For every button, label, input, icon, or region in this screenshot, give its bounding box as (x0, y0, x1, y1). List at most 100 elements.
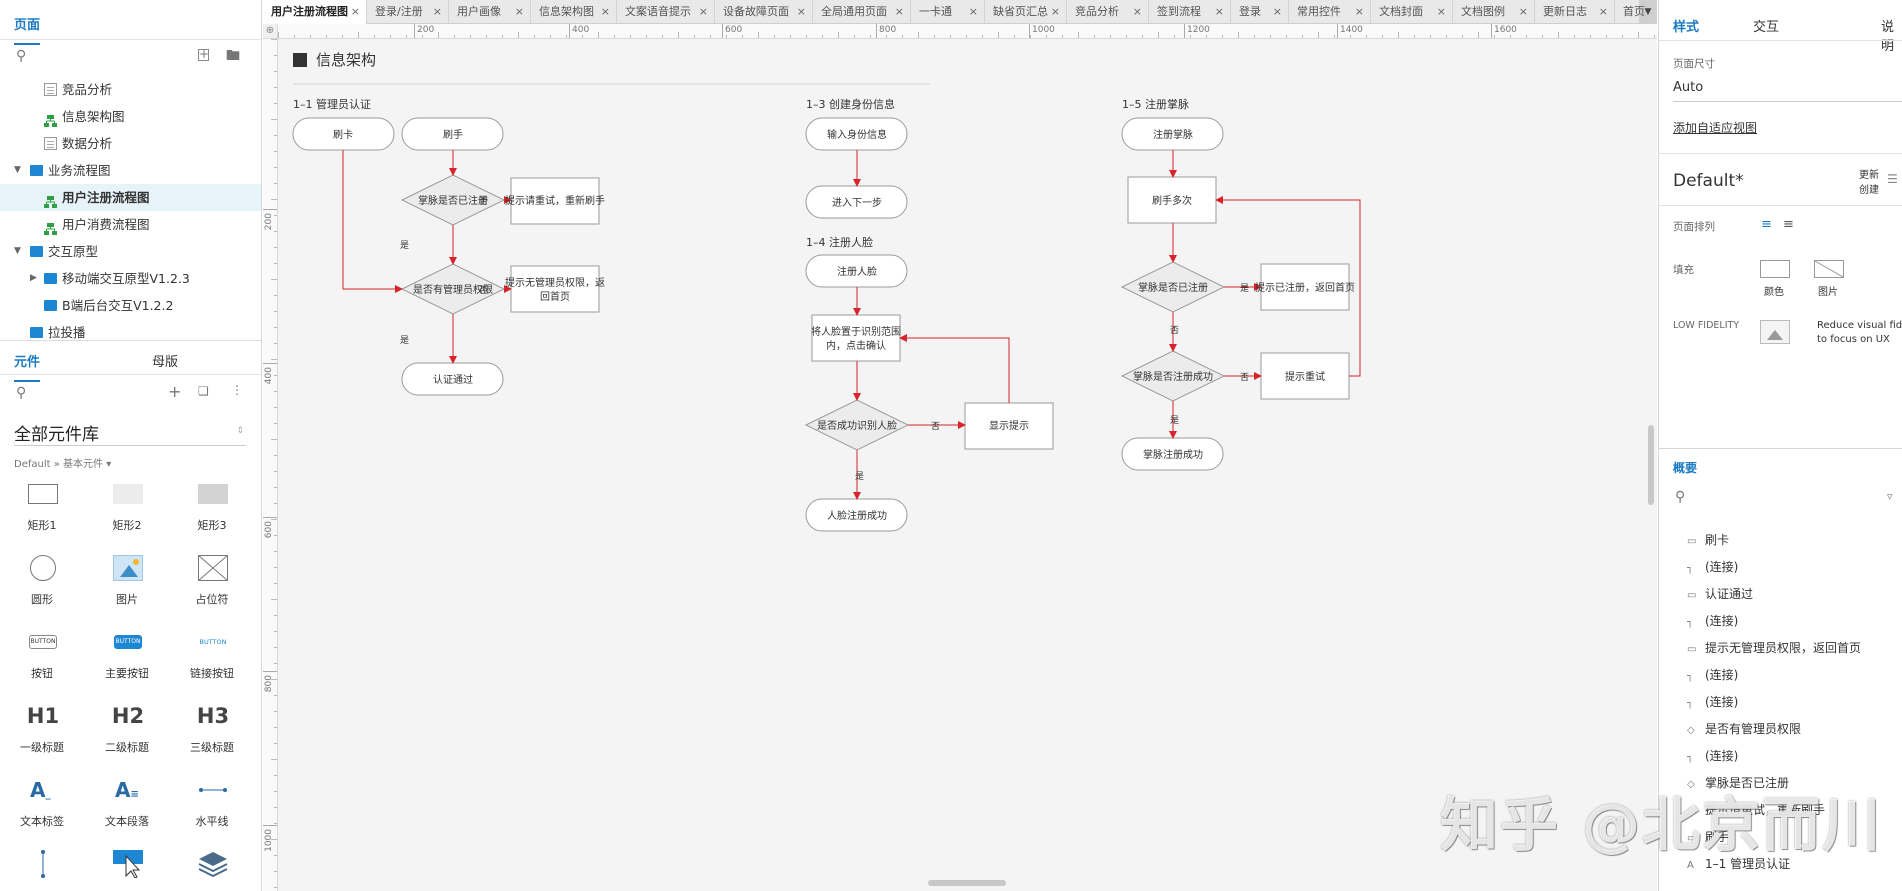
document-tab[interactable]: 文案语音提示 × (617, 0, 715, 24)
node-place-face[interactable] (811, 314, 901, 362)
widget-hline[interactable]: 水平线 (172, 776, 252, 844)
document-tab[interactable]: 文档封面 × (1371, 0, 1453, 24)
page-tree-item[interactable]: ▼ 业务流程图 (0, 157, 261, 184)
add-library-icon[interactable]: + (168, 382, 181, 401)
expand-arrow-icon[interactable]: ▼ (14, 238, 21, 265)
document-tab[interactable]: 签到流程 × (1149, 0, 1231, 24)
align-center-icon[interactable]: ≡ (1783, 217, 1794, 232)
widget-hotspot[interactable] (87, 850, 167, 891)
widget-text-paragraph[interactable]: A≡ 文本段落 (87, 776, 167, 844)
outline-item[interactable]: ◇ 是否有管理员权限 (1687, 719, 1801, 739)
close-tab-icon[interactable]: × (601, 0, 610, 24)
close-tab-icon[interactable]: × (1519, 0, 1528, 24)
close-tab-icon[interactable]: × (1051, 0, 1060, 24)
document-tab[interactable]: 用户注册流程图 × (263, 0, 367, 24)
document-tab[interactable]: 一卡通 × (911, 0, 985, 24)
add-page-icon[interactable]: + (198, 48, 209, 61)
close-tab-icon[interactable]: × (969, 0, 978, 24)
document-tab[interactable]: 文档图例 × (1453, 0, 1535, 24)
document-tab[interactable]: 用户画像 × (449, 0, 531, 24)
update-style-button[interactable]: 更新 (1859, 166, 1879, 181)
widget-button[interactable]: BUTTON 按钮 (2, 628, 82, 696)
page-tree-item[interactable]: ▶ 移动端交互原型V1.2.3 (0, 265, 261, 292)
tab-interactions[interactable]: 交互 (1753, 16, 1779, 35)
outline-item[interactable]: ▭ 认证通过 (1687, 584, 1753, 604)
close-tab-icon[interactable]: × (895, 0, 904, 24)
tab-masters[interactable]: 母版 (152, 351, 178, 370)
document-tab[interactable]: 全局通用页面 × (813, 0, 911, 24)
widget-text-label[interactable]: A_ 文本标签 (2, 776, 82, 844)
outline-title[interactable]: 概要 (1673, 459, 1697, 476)
page-tree-item[interactable]: B端后台交互V1.2.2 (0, 292, 261, 319)
page-tree-item[interactable]: 竞品分析 (0, 76, 261, 103)
node-tip-no-admin[interactable] (510, 265, 600, 313)
document-tab[interactable]: 登录/注册 × (367, 0, 449, 24)
widget-H1[interactable]: H1 一级标题 (2, 702, 82, 770)
collapse-arrow-icon[interactable]: ▶ (30, 265, 37, 292)
widget-image[interactable]: 图片 (87, 554, 167, 622)
page-tree-item[interactable]: ▼ 交互原型 (0, 238, 261, 265)
create-style-button[interactable]: 创建 (1859, 181, 1879, 196)
library-breadcrumb[interactable]: Default » 基本元件 ▾ (14, 455, 111, 470)
document-tab[interactable]: 设备故障页面 × (715, 0, 813, 24)
outline-item[interactable]: ┐ (连接) (1687, 611, 1738, 631)
fill-image-icon[interactable] (1814, 260, 1844, 278)
search-icon[interactable]: ⚲ (1675, 489, 1685, 505)
widget-link-button[interactable]: BUTTON 链接按钮 (172, 628, 252, 696)
close-tab-icon[interactable]: × (1273, 0, 1282, 24)
page-tree-item[interactable]: 用户消费流程图 (0, 211, 261, 238)
add-folder-icon[interactable]: 🖿 (226, 49, 240, 63)
more-options-icon[interactable]: ⋮ (231, 383, 243, 397)
outline-item[interactable]: ┐ (连接) (1687, 557, 1738, 577)
tab-notes[interactable]: 说明 (1881, 16, 1902, 54)
widget-primary-button[interactable]: BUTTON 主要按钮 (87, 628, 167, 696)
tab-pages[interactable]: 页面 (14, 14, 41, 45)
page-tree-item[interactable]: 信息架构图 (0, 103, 261, 130)
widget-placeholder[interactable]: 占位符 (172, 554, 252, 622)
page-tree-item[interactable]: 用户注册流程图 (0, 184, 261, 211)
close-tab-icon[interactable]: × (1599, 0, 1608, 24)
close-tab-icon[interactable]: × (1355, 0, 1364, 24)
add-adaptive-view-link[interactable]: 添加自适应视图 (1673, 119, 1757, 136)
tab-widgets[interactable]: 元件 (14, 351, 41, 382)
outline-item[interactable]: ▭ 提示无管理员权限，返回首页 (1687, 638, 1861, 658)
document-tab[interactable]: 缺省页汇总 × (985, 0, 1067, 24)
close-tab-icon[interactable]: × (433, 0, 442, 24)
filter-icon[interactable]: ▿ (1887, 490, 1893, 503)
library-select[interactable]: 全部元件库 ⇕ (14, 420, 246, 446)
expand-arrow-icon[interactable]: ▼ (14, 157, 21, 184)
close-tab-icon[interactable]: × (1215, 0, 1224, 24)
low-fidelity-image-icon[interactable] (1760, 320, 1790, 344)
close-tab-icon[interactable]: × (1437, 0, 1446, 24)
tab-style[interactable]: 样式 (1673, 16, 1699, 35)
document-tab[interactable]: 信息架构图 × (531, 0, 617, 24)
document-tab[interactable]: 常用控件 × (1289, 0, 1371, 24)
outline-item[interactable]: ┐ (连接) (1687, 692, 1738, 712)
library-stack-icon[interactable]: ❏ (198, 384, 209, 398)
canvas[interactable]: 信息架构 1–1 管理员认证 1–3 创建身份信息 1–4 注册人脸 1–5 注… (278, 39, 1657, 891)
style-list-icon[interactable]: ☰ (1887, 172, 1898, 186)
search-icon[interactable]: ⚲ (16, 49, 26, 63)
horizontal-scrollbar[interactable] (928, 880, 1006, 886)
widget-H3[interactable]: H3 三级标题 (172, 702, 252, 770)
vertical-scrollbar[interactable] (1648, 425, 1654, 505)
close-tab-icon[interactable]: × (797, 0, 806, 24)
close-tab-icon[interactable]: × (699, 0, 708, 24)
close-tab-icon[interactable]: × (515, 0, 524, 24)
style-name[interactable]: Default* (1673, 171, 1744, 191)
document-tab[interactable]: 登录 × (1231, 0, 1289, 24)
widget-rect1[interactable]: 矩形1 (2, 480, 82, 548)
search-icon[interactable]: ⚲ (16, 385, 26, 401)
outline-item[interactable]: ┐ (连接) (1687, 665, 1738, 685)
close-tab-icon[interactable]: × (1133, 0, 1142, 24)
widget-H2[interactable]: H2 二级标题 (87, 702, 167, 770)
outline-item[interactable]: ┐ (连接) (1687, 746, 1738, 766)
align-left-icon[interactable]: ≡ (1761, 217, 1772, 232)
page-tree-item[interactable]: 数据分析 (0, 130, 261, 157)
widget-circle[interactable]: 圆形 (2, 554, 82, 622)
widget-rect3[interactable]: 矩形3 (172, 480, 252, 548)
outline-item[interactable]: ▭ 刷卡 (1687, 530, 1729, 550)
widget-rect2[interactable]: 矩形2 (87, 480, 167, 548)
widget-vline[interactable] (2, 850, 82, 891)
page-size-select[interactable]: Auto (1673, 80, 1902, 102)
